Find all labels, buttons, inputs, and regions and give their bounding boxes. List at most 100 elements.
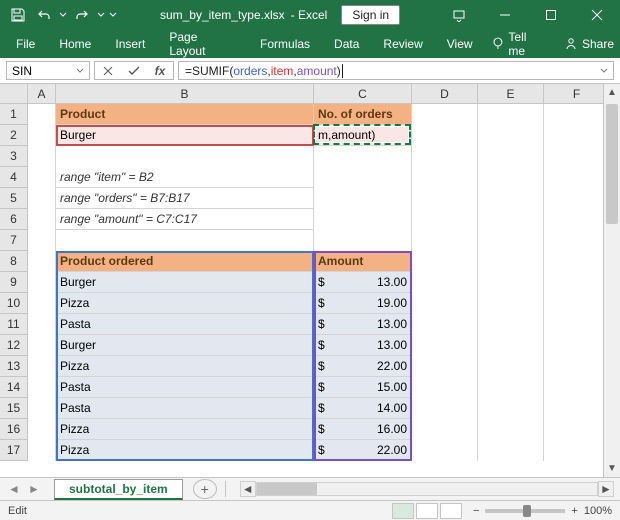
- tab-page-layout[interactable]: Page Layout: [159, 26, 246, 62]
- view-page-break-icon[interactable]: [440, 503, 462, 519]
- row-header-14[interactable]: 14: [0, 377, 28, 398]
- minimize-icon[interactable]: [482, 0, 528, 30]
- cell-B8[interactable]: Product ordered: [56, 251, 314, 272]
- horizontal-scrollbar[interactable]: ◄ ►: [234, 481, 620, 497]
- redo-icon[interactable]: [70, 3, 94, 27]
- col-header-B[interactable]: B: [56, 84, 314, 104]
- hscroll-right-icon[interactable]: ►: [598, 481, 614, 497]
- hscroll-left-icon[interactable]: ◄: [240, 481, 256, 497]
- view-normal-icon[interactable]: [392, 503, 414, 519]
- cell-B14[interactable]: Pasta: [56, 377, 314, 398]
- tell-me[interactable]: Tell me: [491, 30, 546, 58]
- share-button[interactable]: Share: [564, 37, 614, 51]
- col-header-E[interactable]: E: [478, 84, 544, 104]
- cell-C9[interactable]: $13.00: [314, 272, 412, 293]
- zoom-in-icon[interactable]: +: [571, 505, 577, 517]
- row-header-7[interactable]: 7: [0, 230, 28, 251]
- tab-review[interactable]: Review: [373, 33, 432, 55]
- ribbon-options-icon[interactable]: [436, 0, 482, 30]
- qat-customize-icon[interactable]: [108, 3, 118, 27]
- cell-C8[interactable]: Amount: [314, 251, 412, 272]
- tab-view[interactable]: View: [437, 33, 483, 55]
- tab-file[interactable]: File: [6, 33, 45, 55]
- cell-C17[interactable]: $22.00: [314, 440, 412, 461]
- formula-expand-icon[interactable]: [599, 66, 609, 76]
- tab-home[interactable]: Home: [49, 33, 101, 55]
- undo-icon[interactable]: [32, 3, 56, 27]
- cell-B6[interactable]: range "amount" = C7:C17: [56, 209, 314, 230]
- undo-dropdown-icon[interactable]: [58, 3, 68, 27]
- select-all-cell[interactable]: [0, 84, 28, 104]
- cell-C10[interactable]: $19.00: [314, 293, 412, 314]
- row-header-8[interactable]: 8: [0, 251, 28, 272]
- cell-C11[interactable]: $13.00: [314, 314, 412, 335]
- row-header-6[interactable]: 6: [0, 209, 28, 230]
- scroll-down-icon[interactable]: ▼: [604, 460, 620, 477]
- zoom-out-icon[interactable]: −: [473, 505, 479, 517]
- cell-B2[interactable]: Burger: [56, 125, 314, 146]
- row-header-12[interactable]: 12: [0, 335, 28, 356]
- cell-C12[interactable]: $13.00: [314, 335, 412, 356]
- tab-insert[interactable]: Insert: [105, 33, 155, 55]
- row-header-9[interactable]: 9: [0, 272, 28, 293]
- cell-B12[interactable]: Burger: [56, 335, 314, 356]
- col-header-D[interactable]: D: [412, 84, 478, 104]
- cell-B15[interactable]: Pasta: [56, 398, 314, 419]
- row-header-5[interactable]: 5: [0, 188, 28, 209]
- tab-data[interactable]: Data: [324, 33, 369, 55]
- cell-B1[interactable]: Product: [56, 104, 314, 125]
- vertical-scrollbar[interactable]: ▲ ▼: [603, 84, 620, 477]
- row-header-17[interactable]: 17: [0, 440, 28, 461]
- row-header-2[interactable]: 2: [0, 125, 28, 146]
- redo-dropdown-icon[interactable]: [96, 3, 106, 27]
- scroll-thumb[interactable]: [606, 104, 618, 224]
- cell-B4[interactable]: range "item" = B2: [56, 167, 314, 188]
- enter-formula-icon[interactable]: [121, 61, 147, 81]
- cell-C16[interactable]: $16.00: [314, 419, 412, 440]
- hscroll-thumb[interactable]: [257, 483, 317, 495]
- chevron-down-icon[interactable]: [76, 67, 84, 75]
- save-icon[interactable]: [6, 3, 30, 27]
- cell-B5[interactable]: range "orders" = B7:B17: [56, 188, 314, 209]
- view-page-layout-icon[interactable]: [416, 503, 438, 519]
- sheet-nav-next-icon[interactable]: ►: [24, 479, 44, 499]
- tab-formulas[interactable]: Formulas: [250, 33, 320, 55]
- cell-B10[interactable]: Pizza: [56, 293, 314, 314]
- cell-C13[interactable]: $22.00: [314, 356, 412, 377]
- cell-B9[interactable]: Burger: [56, 272, 314, 293]
- formula-bar[interactable]: =SUMIF(orders,item,amount): [178, 61, 614, 80]
- signin-button[interactable]: Sign in: [341, 5, 400, 25]
- row-header-1[interactable]: 1: [0, 104, 28, 125]
- cancel-formula-icon[interactable]: [95, 61, 121, 81]
- row-header-3[interactable]: 3: [0, 146, 28, 167]
- maximize-icon[interactable]: [528, 0, 574, 30]
- scroll-up-icon[interactable]: ▲: [604, 84, 620, 101]
- cell-C15[interactable]: $14.00: [314, 398, 412, 419]
- cell-B13[interactable]: Pizza: [56, 356, 314, 377]
- worksheet-grid[interactable]: A B C D E F 1234567891011121314151617 Pr…: [0, 84, 620, 477]
- row-header-15[interactable]: 15: [0, 398, 28, 419]
- row-header-4[interactable]: 4: [0, 167, 28, 188]
- row-header-13[interactable]: 13: [0, 356, 28, 377]
- cell-C14[interactable]: $15.00: [314, 377, 412, 398]
- cell-B16[interactable]: Pizza: [56, 419, 314, 440]
- cell-C1[interactable]: No. of orders: [314, 104, 412, 125]
- cell-C2[interactable]: m,amount): [314, 125, 412, 146]
- row-header-11[interactable]: 11: [0, 314, 28, 335]
- sheet-tab-active[interactable]: subtotal_by_item: [54, 479, 183, 500]
- zoom-control[interactable]: − + 100%: [473, 505, 612, 517]
- fx-icon[interactable]: fx: [147, 61, 173, 81]
- new-sheet-icon[interactable]: +: [193, 479, 217, 499]
- name-box[interactable]: SIN: [6, 61, 90, 80]
- close-icon[interactable]: [574, 0, 620, 30]
- row-header-10[interactable]: 10: [0, 293, 28, 314]
- col-header-C[interactable]: C: [314, 84, 412, 104]
- col-header-A[interactable]: A: [28, 84, 56, 104]
- cell-B11[interactable]: Pasta: [56, 314, 314, 335]
- sheet-cells[interactable]: ProductNo. of ordersBurgerm,amount)range…: [28, 104, 620, 461]
- sheet-nav-prev-icon[interactable]: ◄: [4, 479, 24, 499]
- zoom-slider[interactable]: [485, 509, 565, 513]
- row-header-16[interactable]: 16: [0, 419, 28, 440]
- col-header-F[interactable]: F: [544, 84, 610, 104]
- cell-B17[interactable]: Pizza: [56, 440, 314, 461]
